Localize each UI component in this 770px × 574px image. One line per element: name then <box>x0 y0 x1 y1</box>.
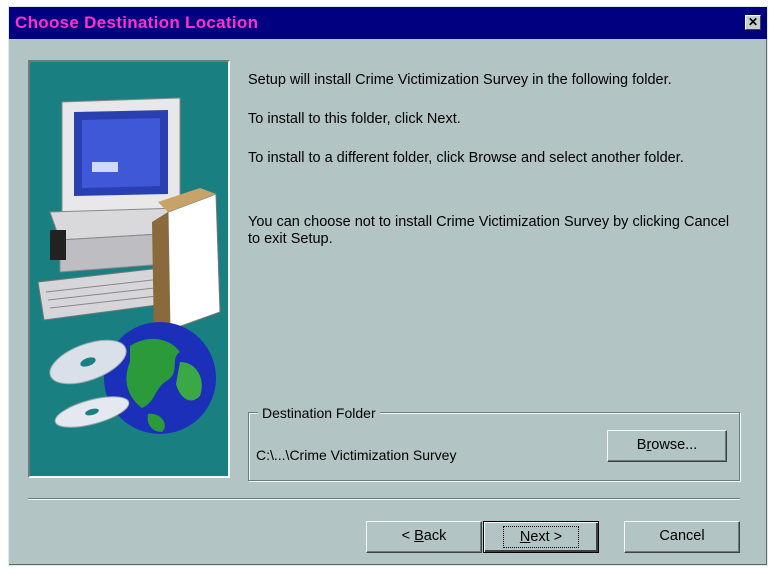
next-mnemonic: N <box>519 529 531 545</box>
button-separator <box>28 498 740 500</box>
cancel-button[interactable]: Cancel <box>624 521 740 553</box>
cancel-instruction-text: You can choose not to install Crime Vict… <box>248 214 730 247</box>
next-label-end: ext > <box>530 529 563 545</box>
next-button[interactable]: Next > <box>483 521 599 553</box>
browse-instruction-text: To install to a different folder, click … <box>248 150 684 166</box>
browse-label-start: B <box>636 437 647 453</box>
intro-text: Setup will install Crime Victimization S… <box>248 72 672 88</box>
browse-label-end: owse... <box>651 437 698 453</box>
title-bar: Choose Destination Location ✕ <box>9 7 767 39</box>
window-title: Choose Destination Location <box>15 13 259 32</box>
back-button[interactable]: < Back <box>366 521 482 553</box>
next-instruction-text: To install to this folder, click Next. <box>248 111 461 127</box>
close-icon: ✕ <box>747 15 759 29</box>
computer-globe-illustration-icon <box>37 97 221 434</box>
setup-illustration <box>28 60 230 478</box>
back-mnemonic: B <box>414 528 424 544</box>
next-focus-rect: Next > <box>502 526 580 548</box>
destination-folder-label: Destination Folder <box>258 405 380 421</box>
back-label-end: ack <box>423 528 447 544</box>
destination-folder-path: C:\...\Crime Victimization Survey <box>256 447 457 463</box>
browse-button[interactable]: Browse... <box>607 430 727 462</box>
back-label-start: < <box>401 528 415 544</box>
close-button[interactable]: ✕ <box>745 15 761 30</box>
